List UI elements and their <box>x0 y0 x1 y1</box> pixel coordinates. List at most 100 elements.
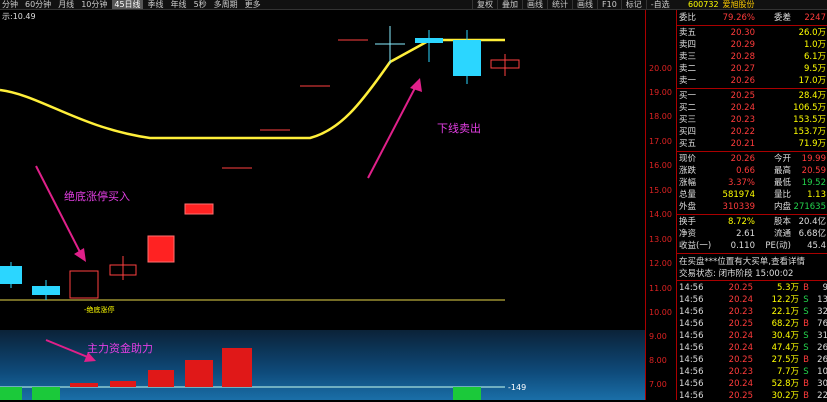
cell-value: 买三 <box>679 115 697 125</box>
sell-level-row[interactable]: 卖五 20.30 26.0万 <box>677 27 827 39</box>
cell-value: 0.66 <box>736 166 755 176</box>
restore-rights-button[interactable]: 复权 <box>472 0 497 9</box>
candle <box>184 203 214 215</box>
tab-5sec[interactable]: 5秒 <box>192 0 209 9</box>
quote-panel: 委比 79.26% 委差 2247 卖五 20.30 26.0万 卖四 20.29 1.… <box>676 10 827 401</box>
cell-value: B <box>803 283 809 293</box>
f10-button[interactable]: F10 <box>597 0 621 9</box>
cell-value: 20.24 <box>728 295 753 305</box>
cell-value: 20.25 <box>730 91 755 101</box>
trade-row: 14:56 20.24 30.4万 S 31 <box>677 330 827 342</box>
cell-value: 20.25 <box>728 355 753 365</box>
cell-value: 14:56 <box>679 307 704 317</box>
cell-value: 最低 <box>773 178 791 188</box>
big-order-notice[interactable]: 在买盘***位置有大买单,查看详情 <box>679 255 827 267</box>
cell-value: 卖一 <box>679 76 697 86</box>
cell-value: 30 <box>817 379 827 389</box>
cell-value: 26 <box>817 343 827 353</box>
draw-line-button[interactable]: 画线 <box>522 0 547 9</box>
cell-value: 20.30 <box>730 28 755 38</box>
period-toolbar: 分钟 60分钟 月线 10分钟 45日线 季线 年线 5秒 多周期 更多 复权 … <box>0 0 827 10</box>
cell-value: 总量 <box>679 190 697 200</box>
tab-45day[interactable]: 45日线 <box>112 0 143 9</box>
cell-value: 20.24 <box>728 379 753 389</box>
buy-level-row[interactable]: 买二 20.24 106.5万 <box>677 102 827 114</box>
cell-value: 20.24 <box>728 343 753 353</box>
axis-tick: 19.00 <box>649 88 672 97</box>
cell-value: 17.0万 <box>798 76 826 86</box>
cell-value: 买二 <box>679 103 697 113</box>
cell-value: 30.2万 <box>771 391 799 401</box>
axis-tick: 18.00 <box>649 112 672 121</box>
cell-value: 2.61 <box>736 229 755 239</box>
stats-row: 换手 8.72% 股本 20.4亿 <box>677 216 827 228</box>
watchlist-button[interactable]: -自选 <box>645 0 674 9</box>
candlestick-chart[interactable] <box>0 10 645 322</box>
tab-quarter[interactable]: 季线 <box>146 0 166 9</box>
cell-value: 76 <box>817 319 827 329</box>
cell-value: 最高 <box>773 166 791 176</box>
axis-tick: 10.00 <box>649 308 672 317</box>
tab-10min[interactable]: 10分钟 <box>79 0 109 9</box>
cell-value: 5.3万 <box>776 283 799 293</box>
cell-value: 71.9万 <box>798 139 826 149</box>
cell-value: 买一 <box>679 91 697 101</box>
trade-row: 14:56 20.23 22.1万 S 32 <box>677 306 827 318</box>
cell-value: 14:56 <box>679 331 704 341</box>
sell-level-row[interactable]: 卖四 20.29 1.0万 <box>677 39 827 51</box>
cell-value: 涨幅 <box>679 178 697 188</box>
cell-value: 20.26 <box>730 154 755 164</box>
tab-minute[interactable]: 分钟 <box>0 0 20 9</box>
sell-level-row[interactable]: 卖二 20.27 9.5万 <box>677 63 827 75</box>
axis-tick: 9.00 <box>649 332 667 341</box>
cell-value: 14:56 <box>679 283 704 293</box>
cell-value: 68.2万 <box>771 319 799 329</box>
cell-value: 10 <box>817 367 827 377</box>
cell-value: 卖二 <box>679 64 697 74</box>
sell-level-row[interactable]: 卖三 20.28 6.1万 <box>677 51 827 63</box>
buy-level-row[interactable]: 买三 20.23 153.5万 <box>677 114 827 126</box>
stock-title: 600732 爱旭股份 <box>688 0 755 9</box>
buy-level-row[interactable]: 买四 20.22 153.7万 <box>677 126 827 138</box>
axis-tick: 8.00 <box>649 356 667 365</box>
cell-value: 32 <box>817 307 827 317</box>
statistics-button[interactable]: 统计 <box>547 0 572 9</box>
quote-row: 涨幅 3.37% 最低 19.52 <box>677 177 827 189</box>
buy-level-row[interactable]: 买一 20.25 28.4万 <box>677 90 827 102</box>
cell-value: 外盘 <box>679 202 697 212</box>
volume-value: -149 <box>508 383 527 392</box>
axis-tick: 15.00 <box>649 186 672 195</box>
cell-value: B <box>803 391 809 401</box>
cell-value: 14:56 <box>679 391 704 401</box>
draw-line-button-2[interactable]: 画线 <box>572 0 597 9</box>
cell-value: 3.37% <box>727 178 755 188</box>
candle <box>32 280 60 300</box>
tab-multi-period[interactable]: 多周期 <box>212 0 240 9</box>
cell-value: 106.5万 <box>793 103 826 113</box>
sell-level-row[interactable]: 卖一 20.26 17.0万 <box>677 75 827 87</box>
tab-more[interactable]: 更多 <box>243 0 263 9</box>
cell-value: 6.68亿 <box>798 229 826 239</box>
buy-annotation: 绝底涨停买入 <box>64 190 130 203</box>
cell-value: B <box>803 355 809 365</box>
trading-status: 交易状态: 闭市阶段 15:00:02 <box>679 269 794 279</box>
mark-button[interactable]: 标记 <box>620 0 646 9</box>
candle <box>375 26 405 64</box>
cell-value: 卖五 <box>679 28 697 38</box>
trade-row: 14:56 20.25 5.3万 B 9 <box>677 282 827 294</box>
trade-row: 14:56 20.24 52.8万 B 30 <box>677 378 827 390</box>
quote-row: 总量 581974 量比 1.13 <box>677 189 827 201</box>
tab-60min[interactable]: 60分钟 <box>23 0 53 9</box>
tab-year[interactable]: 年线 <box>169 0 189 9</box>
overlay-button[interactable]: 叠加 <box>497 0 522 9</box>
cell-value: 14:56 <box>679 355 704 365</box>
tab-month[interactable]: 月线 <box>56 0 76 9</box>
trade-row: 14:56 20.25 68.2万 B 76 <box>677 318 827 330</box>
cell-value: 买四 <box>679 127 697 137</box>
buy-level-row[interactable]: 买五 20.21 71.9万 <box>677 138 827 150</box>
cell-value: S <box>803 307 809 317</box>
cell-value: 1.13 <box>807 190 826 200</box>
volume-bar <box>222 348 252 387</box>
axis-tick: 17.00 <box>649 137 672 146</box>
cell-value: 内盘 <box>773 202 791 212</box>
